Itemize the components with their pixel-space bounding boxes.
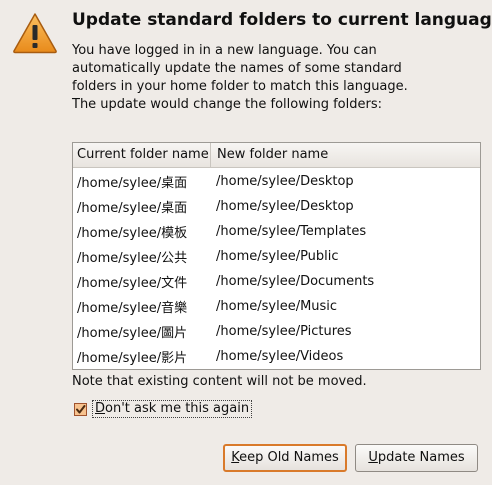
update-folders-dialog: Update standard folders to current langu… [0,0,492,485]
table-row[interactable]: /home/sylee/模板 /home/sylee/Templates [73,219,480,244]
current-folder-cell: /home/sylee/桌面 [77,201,188,216]
current-folder-cell: /home/sylee/模板 [77,226,188,241]
table-header: Current folder name New folder name [73,143,480,168]
table-row[interactable]: /home/sylee/桌面 /home/sylee/Desktop [73,169,480,194]
keep-old-names-button[interactable]: Keep Old Names [223,444,347,472]
table-row[interactable]: /home/sylee/音樂 /home/sylee/Music [73,294,480,319]
dont-ask-again-checkbox[interactable] [74,402,87,416]
dont-ask-again-label[interactable]: Don't ask me this again [92,400,253,418]
current-folder-cell: /home/sylee/影片 [77,351,188,366]
new-folder-cell: /home/sylee/Public [216,249,339,264]
new-folder-cell: /home/sylee/Pictures [216,324,352,339]
table-body: /home/sylee/桌面 /home/sylee/Desktop /home… [73,168,480,369]
current-folder-cell: /home/sylee/公共 [77,251,188,266]
current-folder-cell: /home/sylee/桌面 [77,176,188,191]
table-row[interactable]: /home/sylee/桌面 /home/sylee/Desktop [73,194,480,219]
label-rest: on't ask me this again [105,401,250,416]
update-names-button[interactable]: Update Names [355,444,478,472]
new-folder-cell: /home/sylee/Videos [216,349,344,364]
content-not-moved-note: Note that existing content will not be m… [72,374,367,389]
table-row[interactable]: /home/sylee/圖片 /home/sylee/Pictures [73,319,480,344]
mnemonic-d: D [95,401,106,416]
button-label-rest: pdate Names [377,450,465,465]
mnemonic-u: U [368,450,378,465]
table-row[interactable]: /home/sylee/文件 /home/sylee/Documents [73,269,480,294]
new-folder-cell: /home/sylee/Templates [216,224,367,239]
new-folder-cell: /home/sylee/Desktop [216,174,354,189]
dialog-message: You have logged in in a new language. Yo… [72,43,408,112]
dialog-title: Update standard folders to current langu… [72,10,492,30]
current-folder-cell: /home/sylee/音樂 [77,301,188,316]
column-header-current[interactable]: Current folder name [73,143,211,167]
current-folder-cell: /home/sylee/文件 [77,276,188,291]
button-label-rest: eep Old Names [239,450,339,465]
dont-ask-again-checkbox-row[interactable]: Don't ask me this again [74,400,253,418]
checkmark-icon [76,404,86,413]
new-folder-cell: /home/sylee/Documents [216,274,375,289]
new-folder-cell: /home/sylee/Desktop [216,199,354,214]
table-row[interactable]: /home/sylee/公共 /home/sylee/Public [73,244,480,269]
warning-icon [12,12,58,54]
new-folder-cell: /home/sylee/Music [216,299,338,314]
table-row[interactable]: /home/sylee/影片 /home/sylee/Videos [73,344,480,369]
column-header-new[interactable]: New folder name [211,143,328,167]
folders-table[interactable]: Current folder name New folder name /hom… [72,142,481,370]
current-folder-cell: /home/sylee/圖片 [77,326,188,341]
mnemonic-k: K [231,450,240,465]
